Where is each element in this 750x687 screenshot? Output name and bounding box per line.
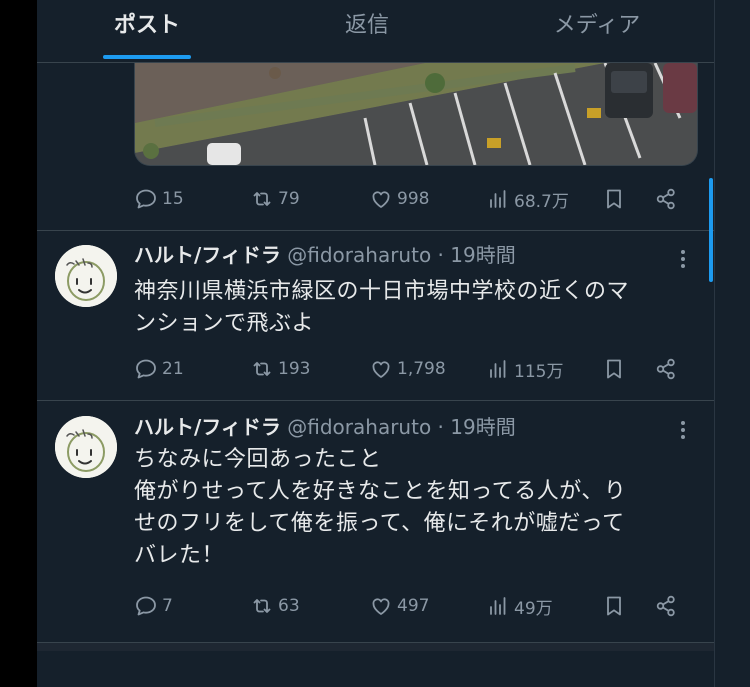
tab-posts[interactable]: ポスト <box>103 0 191 62</box>
views-button[interactable]: 49万 <box>486 592 553 620</box>
share-icon <box>656 595 675 617</box>
post-divider <box>37 230 714 231</box>
views-button[interactable]: 115万 <box>486 355 563 383</box>
share-icon <box>656 358 675 380</box>
post-media-image[interactable] <box>134 63 698 166</box>
repost-icon <box>253 599 271 613</box>
reply-count: 21 <box>162 359 184 379</box>
repost-button[interactable]: 63 <box>250 592 300 620</box>
like-count: 1,798 <box>397 359 446 379</box>
repost-button[interactable]: 79 <box>250 185 300 213</box>
like-count: 998 <box>397 189 430 209</box>
bookmark-button[interactable] <box>602 355 626 383</box>
post-actions: 7 63 497 49万 <box>134 592 694 620</box>
repost-count: 193 <box>278 359 311 379</box>
share-button[interactable] <box>654 185 678 213</box>
avatar[interactable] <box>55 416 117 478</box>
post-text: 神奈川県横浜市緑区の十日市場中学校の近くのマ ンションで飛ぶよ <box>134 276 694 340</box>
views-count: 68.7万 <box>514 191 569 212</box>
tab-replies[interactable]: 返信 <box>327 0 407 62</box>
post-text-line: バレた！ <box>134 543 225 568</box>
reply-count: 7 <box>162 596 173 616</box>
bookmark-button[interactable] <box>602 592 626 620</box>
more-button[interactable] <box>675 247 691 271</box>
reply-icon <box>136 189 156 209</box>
author-handle[interactable]: @fidoraharuto <box>287 243 431 267</box>
views-button[interactable]: 68.7万 <box>486 185 569 213</box>
tab-media[interactable]: メディア <box>537 0 657 62</box>
post-time[interactable]: · 19時間 <box>438 243 516 267</box>
repost-icon <box>253 192 271 206</box>
repost-count: 63 <box>278 596 300 616</box>
reply-button[interactable]: 15 <box>134 185 184 213</box>
post-time[interactable]: · 19時間 <box>438 415 516 439</box>
share-button[interactable] <box>654 355 678 383</box>
post-actions: 21 193 1,798 115万 <box>134 355 694 383</box>
like-icon <box>372 598 390 615</box>
repost-icon <box>253 362 271 376</box>
post-actions: 15 79 998 68.7万 <box>134 185 694 213</box>
timeline-end-gap <box>37 643 714 651</box>
post-text-line: ちなみに今回あったこと <box>134 447 382 472</box>
post-text: ちなみに今回あったこと 俺がりせって人を好きなことを知ってる人が、り せのフリを… <box>134 444 694 572</box>
post-divider <box>37 400 714 401</box>
like-button[interactable]: 497 <box>369 592 429 620</box>
bookmark-button[interactable] <box>602 185 626 213</box>
post-text-line: 俺がりせって人を好きなことを知ってる人が、り <box>134 479 627 504</box>
more-button[interactable] <box>675 418 691 442</box>
like-count: 497 <box>397 596 430 616</box>
post-text-line: 神奈川県横浜市緑区の十日市場中学校の近くのマ <box>134 279 630 304</box>
views-icon <box>490 190 506 208</box>
post-header: ハルト/フィドラ @fidoraharuto · 19時間 <box>134 241 516 269</box>
bookmark-icon <box>607 596 621 616</box>
share-button[interactable] <box>654 592 678 620</box>
reply-button[interactable]: 21 <box>134 355 184 383</box>
bookmark-icon <box>607 359 621 379</box>
parking-lot-photo <box>135 63 697 165</box>
like-icon <box>372 361 390 378</box>
share-icon <box>656 188 675 210</box>
reply-count: 15 <box>162 189 184 209</box>
more-icon <box>681 250 685 268</box>
right-gutter <box>714 0 750 687</box>
views-icon <box>490 597 506 615</box>
like-button[interactable]: 998 <box>369 185 429 213</box>
reply-icon <box>136 359 156 379</box>
author-name[interactable]: ハルト/フィドラ <box>134 415 281 439</box>
author-handle[interactable]: @fidoraharuto <box>287 415 431 439</box>
profile-timeline: ポスト 返信 メディア 15 79 998 68.7万 ハルト/フィドラ @fi… <box>37 0 714 687</box>
like-icon <box>372 191 390 208</box>
reply-button[interactable]: 7 <box>134 592 173 620</box>
bookmark-icon <box>607 189 621 209</box>
more-icon <box>681 421 685 439</box>
avatar[interactable] <box>55 245 117 307</box>
post-text-line: せのフリをして俺を振って、俺にそれが嘘だって <box>134 511 625 536</box>
author-name[interactable]: ハルト/フィドラ <box>134 243 281 267</box>
reply-icon <box>136 596 156 616</box>
avatar-drawing <box>55 245 117 307</box>
avatar-drawing <box>55 416 117 478</box>
profile-tabs: ポスト 返信 メディア <box>37 0 714 63</box>
scrollbar-thumb[interactable] <box>709 178 713 282</box>
post-text-line: ンションで飛ぶよ <box>134 311 315 336</box>
like-button[interactable]: 1,798 <box>369 355 446 383</box>
gutter-border <box>714 0 715 687</box>
repost-count: 79 <box>278 189 300 209</box>
active-tab-indicator <box>103 55 191 59</box>
views-count: 49万 <box>514 598 553 619</box>
repost-button[interactable]: 193 <box>250 355 310 383</box>
views-icon <box>490 360 506 378</box>
post-header: ハルト/フィドラ @fidoraharuto · 19時間 <box>134 413 516 441</box>
views-count: 115万 <box>514 361 564 382</box>
